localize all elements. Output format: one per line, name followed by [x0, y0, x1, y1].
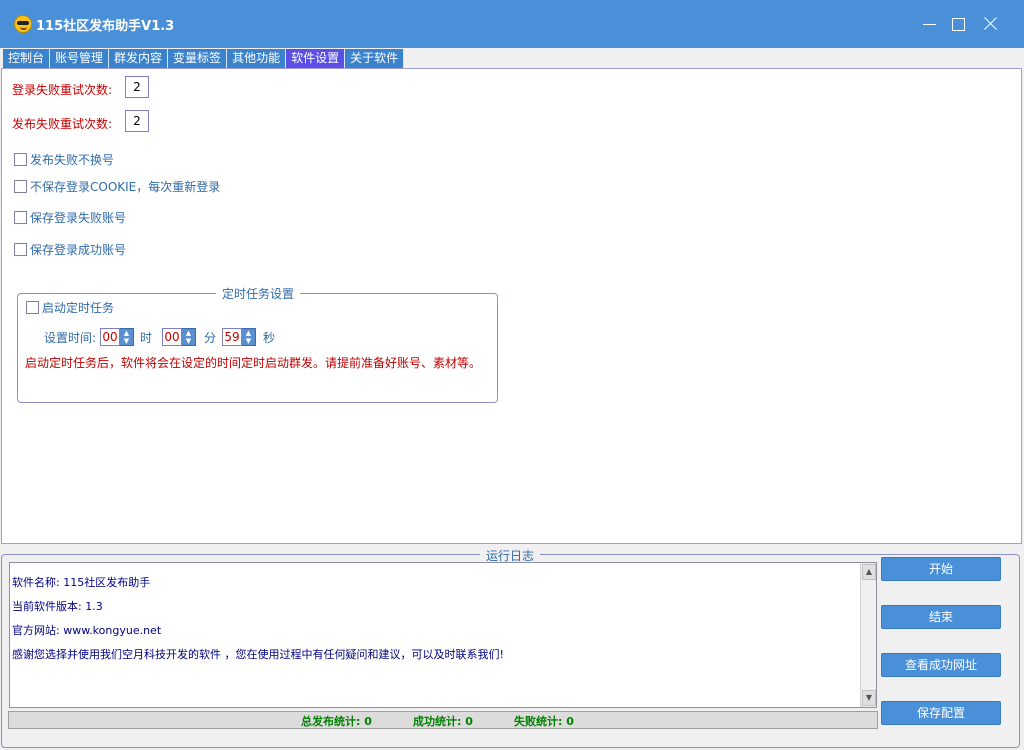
- no-save-cookie-checkbox[interactable]: 不保存登录COOKIE，每次重新登录: [14, 178, 220, 195]
- checkbox-box[interactable]: [14, 180, 27, 193]
- checkbox-label: 保存登录成功账号: [30, 243, 127, 257]
- close-button[interactable]: [976, 10, 1004, 38]
- view-success-urls-button[interactable]: 查看成功网址: [881, 653, 1001, 677]
- scroll-up-icon[interactable]: ▲: [862, 564, 876, 580]
- publish-retry-input[interactable]: 2: [125, 110, 149, 132]
- emoji-sunglasses-icon: [14, 15, 32, 33]
- success-stat: 成功统计: 0: [413, 715, 473, 728]
- minute-spinner[interactable]: 00 ▲ ▼: [162, 328, 196, 346]
- stop-button[interactable]: 结束: [881, 605, 1001, 629]
- minute-unit: 分: [204, 331, 217, 345]
- timer-note: 启动定时任务后，软件将会在设定的时间定时启动群发。请提前准备好账号、素材等。: [25, 356, 482, 370]
- checkbox-label: 不保存登录COOKIE，每次重新登录: [30, 180, 221, 194]
- checkbox-box[interactable]: [14, 211, 27, 224]
- spin-arrows-icon[interactable]: ▲ ▼: [120, 328, 134, 346]
- scroll-down-icon[interactable]: ▼: [862, 690, 876, 706]
- login-retry-label: 登录失败重试次数:: [12, 83, 113, 97]
- timer-group-legend: 定时任务设置: [216, 285, 301, 302]
- log-line: 官方网站: www.kongyue.net: [12, 624, 162, 637]
- checkbox-box[interactable]: [14, 243, 27, 256]
- spin-arrows-icon[interactable]: ▲ ▼: [242, 328, 256, 346]
- title-bar: 115社区发布助手V1.3: [0, 0, 1024, 48]
- second-unit: 秒: [263, 331, 276, 345]
- log-scrollbar[interactable]: ▲ ▼: [860, 563, 876, 707]
- minimize-button[interactable]: [916, 10, 944, 38]
- tab-other-functions[interactable]: 其他功能: [227, 49, 287, 68]
- save-failed-accounts-checkbox[interactable]: 保存登录失败账号: [14, 209, 126, 226]
- hour-spinner[interactable]: 00 ▲ ▼: [100, 328, 134, 346]
- publish-retry-label: 发布失败重试次数:: [12, 117, 113, 131]
- second-spinner[interactable]: 59 ▲ ▼: [222, 328, 256, 346]
- maximize-button[interactable]: [944, 10, 972, 38]
- log-textarea[interactable]: 软件名称: 115社区发布助手 当前软件版本: 1.3 官方网站: www.ko…: [9, 562, 877, 708]
- tab-variable-tags[interactable]: 变量标签: [168, 49, 228, 68]
- time-label: 设置时间:: [44, 331, 97, 345]
- login-retry-input[interactable]: 2: [125, 76, 149, 98]
- save-config-button[interactable]: 保存配置: [881, 701, 1001, 725]
- save-success-accounts-checkbox[interactable]: 保存登录成功账号: [14, 241, 126, 258]
- tab-accounts[interactable]: 账号管理: [50, 49, 110, 68]
- log-line: 当前软件版本: 1.3: [12, 600, 103, 613]
- checkbox-label: 发布失败不换号: [30, 153, 115, 167]
- enable-timer-checkbox[interactable]: 启动定时任务: [26, 299, 114, 316]
- hour-unit: 时: [140, 331, 153, 345]
- fail-stat: 失败统计: 0: [514, 715, 574, 728]
- log-line: 软件名称: 115社区发布助手: [12, 576, 151, 589]
- spin-arrows-icon[interactable]: ▲ ▼: [182, 328, 196, 346]
- tab-software-settings[interactable]: 软件设置: [286, 49, 346, 68]
- checkbox-box[interactable]: [14, 153, 27, 166]
- checkbox-label: 保存登录失败账号: [30, 211, 127, 225]
- stats-bar: 总发布统计: 0 成功统计: 0 失败统计: 0: [8, 711, 878, 729]
- second-value[interactable]: 59: [222, 328, 242, 346]
- log-line: 感谢您选择并使用我们空月科技开发的软件 ，您在使用过程中有任何疑问和建议，可以及…: [12, 648, 504, 661]
- tab-bulk-content[interactable]: 群发内容: [109, 49, 169, 68]
- minute-value[interactable]: 00: [162, 328, 182, 346]
- tab-about[interactable]: 关于软件: [345, 49, 405, 68]
- run-log-group: 运行日志 软件名称: 115社区发布助手 当前软件版本: 1.3 官方网站: w…: [1, 547, 1020, 748]
- window-title: 115社区发布助手V1.3: [36, 19, 175, 34]
- hour-value[interactable]: 00: [100, 328, 120, 346]
- no-switch-account-checkbox[interactable]: 发布失败不换号: [14, 151, 114, 168]
- checkbox-box[interactable]: [26, 301, 39, 314]
- timer-settings-group: 定时任务设置 启动定时任务 设置时间: 00 ▲ ▼ 时 00 ▲ ▼ 分 59 ▲…: [17, 285, 498, 403]
- start-button[interactable]: 开始: [881, 557, 1001, 581]
- total-publish-stat: 总发布统计: 0: [301, 715, 372, 728]
- tab-bar: 控制台 账号管理 群发内容 变量标签 其他功能 软件设置 关于软件: [3, 49, 405, 68]
- settings-panel: 登录失败重试次数: 2 发布失败重试次数: 2 发布失败不换号 不保存登录COO…: [1, 68, 1022, 544]
- checkbox-label: 启动定时任务: [42, 301, 115, 315]
- tab-console[interactable]: 控制台: [3, 49, 51, 68]
